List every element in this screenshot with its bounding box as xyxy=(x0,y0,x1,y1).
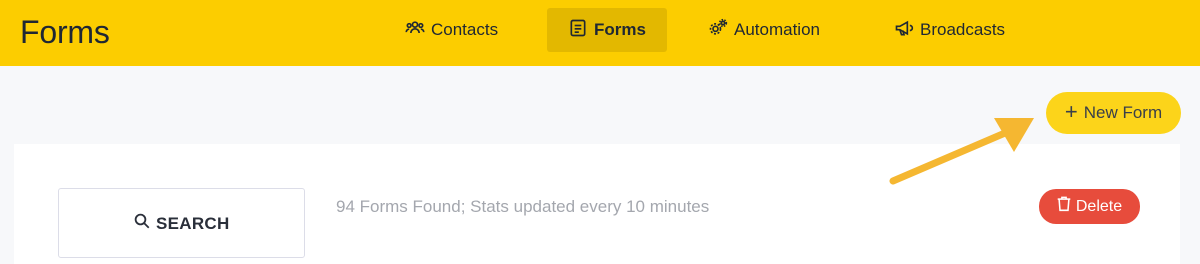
nav-item-label: Broadcasts xyxy=(920,20,1006,39)
plus-icon: + xyxy=(1064,99,1078,124)
search-label-group[interactable]: SEARCH xyxy=(133,212,230,235)
megaphone-icon xyxy=(894,18,914,43)
nav-item-label: Forms xyxy=(594,20,646,39)
new-form-button[interactable]: + New Form xyxy=(1046,92,1181,134)
top-navigation-bar: Forms Contacts Forms Automation Broadcas… xyxy=(0,0,1200,66)
delete-button[interactable]: Delete xyxy=(1039,189,1140,224)
delete-label: Delete xyxy=(1075,197,1123,215)
users-icon xyxy=(405,18,425,43)
new-form-label: New Form xyxy=(1083,103,1163,122)
nav-item-forms[interactable]: Forms xyxy=(547,8,667,52)
gears-icon xyxy=(708,18,728,43)
form-icon xyxy=(568,18,588,43)
page-title: Forms xyxy=(20,14,110,50)
search-icon xyxy=(133,212,151,235)
nav-item-automation[interactable]: Automation xyxy=(696,8,832,52)
nav-item-broadcasts[interactable]: Broadcasts xyxy=(882,8,1017,52)
nav-item-contacts[interactable]: Contacts xyxy=(393,8,510,52)
nav-item-label: Contacts xyxy=(431,20,499,39)
search-label: SEARCH xyxy=(156,213,230,233)
trash-icon xyxy=(1057,196,1071,217)
forms-count-status: 94 Forms Found; Stats updated every 10 m… xyxy=(336,197,710,216)
nav-item-label: Automation xyxy=(734,20,820,39)
